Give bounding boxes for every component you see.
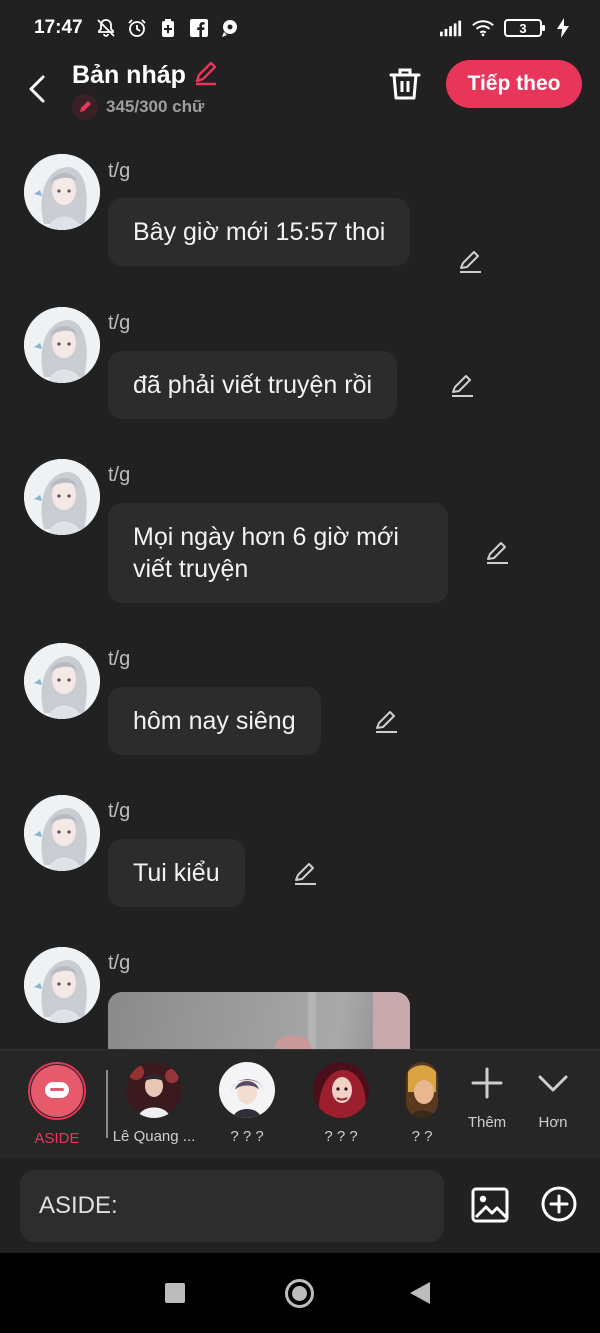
edit-icon [295,863,316,885]
message-text: Tui kiểu [133,859,220,887]
edit-message-button[interactable] [483,539,511,567]
title-block: Bản nháp 345/300 chữ [72,59,220,120]
message-bubble-icon [45,1082,69,1098]
edit-message-button[interactable] [448,372,476,400]
character-label: Lê Quang ... [112,1128,196,1145]
message-bubble[interactable]: Bây giờ mới 15:57 thoi [108,198,411,266]
avatar[interactable] [24,154,100,230]
avatar[interactable] [24,947,100,1023]
photo-thumbnail [275,992,410,1049]
plus-icon [471,1067,503,1099]
message-text: đã phải viết truyện rồi [133,371,373,399]
edit-icon [487,542,508,564]
avatar [219,1062,275,1118]
avatar [313,1062,369,1118]
sender-name: t/g [108,648,131,670]
facebook-icon [188,17,210,39]
sender-name: t/g [108,464,131,486]
sender-name: t/g [108,160,131,182]
chevron-left-icon [29,75,45,103]
character-item[interactable]: ? ? ? [218,1062,276,1145]
character-item[interactable]: ? ? [406,1062,438,1145]
delete-button[interactable] [386,64,424,104]
home-icon [292,1286,307,1301]
back-button[interactable] [22,69,52,109]
page-title: Bản nháp [72,60,186,89]
avatar [126,1062,182,1118]
sender-name: t/g [108,800,131,822]
edit-message-button[interactable] [291,860,319,888]
character-item[interactable]: Lê Quang ... [112,1062,196,1145]
home-button[interactable] [285,1279,314,1308]
battery-indicator: 3 [504,19,545,37]
alarm-icon [126,17,148,39]
image-message[interactable] [108,992,410,1049]
status-time: 17:47 [34,17,83,38]
insert-image-button[interactable] [470,1185,510,1225]
expand-label: Hơn [538,1114,568,1131]
divider [106,1070,108,1138]
character-label: ? ? ? [230,1128,264,1145]
message-bubble[interactable]: Mọi ngày hơn 6 giờ mới viết truyện [108,503,448,603]
message-text: Mọi ngày hơn 6 giờ mới viết truyện [133,523,399,583]
avatar[interactable] [24,643,100,719]
add-character-button[interactable]: Thêm [466,1066,508,1131]
avatar[interactable] [24,795,100,871]
chat-message-list[interactable]: t/g Bây giờ mới 15:57 thoi t/g đã phải v… [0,122,600,1049]
message-bubble[interactable]: đã phải viết truyện rồi [108,351,398,419]
edit-title-icon[interactable] [192,59,220,92]
character-aside[interactable]: ASIDE [28,1062,86,1147]
edit-message-button[interactable] [372,708,400,736]
message-text: hôm nay siêng [133,707,296,735]
mute-bell-icon [95,17,117,39]
sender-name: t/g [108,312,131,334]
edit-icon [460,251,481,273]
recents-button[interactable] [165,1283,185,1303]
message-input[interactable] [39,1192,444,1220]
signal-icon [440,17,462,39]
charging-icon [552,17,574,39]
system-navigation-bar [0,1253,600,1333]
avatar[interactable] [24,307,100,383]
composer [0,1159,600,1253]
avatar [406,1062,438,1118]
message-bubble[interactable]: hôm nay siêng [108,687,321,755]
top-app-bar: Bản nháp 345/300 chữ Tiếp theo [0,56,600,122]
edit-icon [452,375,473,397]
message-bubble[interactable]: Tui kiểu [108,839,245,907]
image-icon [471,1187,509,1223]
trash-icon [389,68,421,100]
more-label: Thêm [467,1114,507,1131]
pencil-icon [72,93,98,120]
wifi-icon [472,17,494,39]
battery-level: 3 [519,20,527,36]
character-label: ? ? [411,1128,433,1145]
character-label: ASIDE [34,1130,80,1147]
battery-saver-icon [157,17,179,39]
word-count: 345/300 chữ [106,96,205,116]
next-button[interactable]: Tiếp theo [446,60,582,108]
plus-circle-icon [541,1186,577,1222]
avatar[interactable] [24,459,100,535]
edit-icon [376,711,397,733]
message-input-container[interactable] [20,1170,444,1242]
expand-button[interactable]: Hơn [532,1066,574,1131]
character-label: ? ? ? [324,1128,358,1145]
edit-message-button[interactable] [456,248,484,276]
message-text: Bây giờ mới 15:57 thoi [133,218,386,246]
status-bar: 17:47 3 [0,0,600,56]
character-item[interactable]: ? ? ? [312,1062,370,1145]
back-nav-button[interactable] [410,1282,430,1304]
sender-name: t/g [108,952,131,974]
character-selector: ASIDE Lê Quang ... ? ? ? ? ? ? ? ? Thêm … [0,1049,600,1159]
add-button[interactable] [540,1185,578,1223]
chevron-down-icon [538,1075,568,1092]
chat-icon [219,17,241,39]
